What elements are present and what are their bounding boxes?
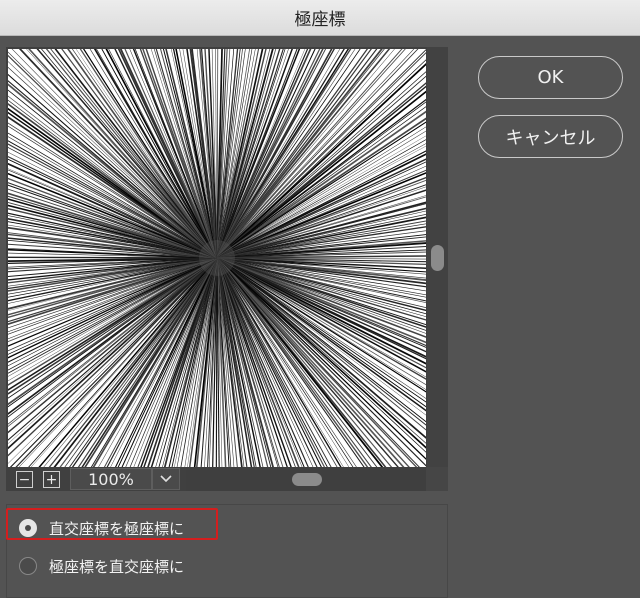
option-label-polar-to-rect: 極座標を直交座標に (49, 557, 185, 576)
ok-button[interactable]: OK (478, 56, 623, 99)
zoom-level-display: 100% (70, 468, 152, 490)
ok-button-label: OK (537, 67, 564, 88)
preview-panel: − + 100% (6, 47, 448, 491)
horizontal-scrollbar[interactable] (186, 467, 426, 491)
dialog-title: 極座標 (294, 10, 346, 30)
zoom-out-button[interactable]: − (16, 471, 33, 488)
radial-center (199, 240, 235, 276)
dialog-titlebar: 極座標 (0, 0, 640, 36)
radio-button-unchecked[interactable] (19, 557, 37, 575)
zoom-in-button[interactable]: + (43, 471, 60, 488)
minus-icon: − (18, 471, 31, 488)
plus-icon: + (45, 471, 58, 488)
preview-image[interactable] (8, 49, 426, 467)
preview-zoom-bar: − + 100% (6, 467, 448, 491)
cancel-button-label: キャンセル (505, 127, 596, 149)
vertical-scrollbar[interactable] (427, 47, 448, 467)
cancel-button[interactable]: キャンセル (478, 115, 623, 158)
selected-option-highlight (6, 508, 218, 540)
zoom-dropdown-button[interactable] (152, 468, 180, 490)
horizontal-scroll-thumb[interactable] (292, 473, 322, 486)
scrollbar-corner (426, 467, 448, 491)
radio-option-polar-to-rect[interactable]: 極座標を直交座標に (11, 551, 271, 581)
polar-preview-graphic (8, 49, 426, 467)
chevron-down-icon (160, 475, 172, 483)
vertical-scroll-thumb[interactable] (431, 245, 444, 271)
